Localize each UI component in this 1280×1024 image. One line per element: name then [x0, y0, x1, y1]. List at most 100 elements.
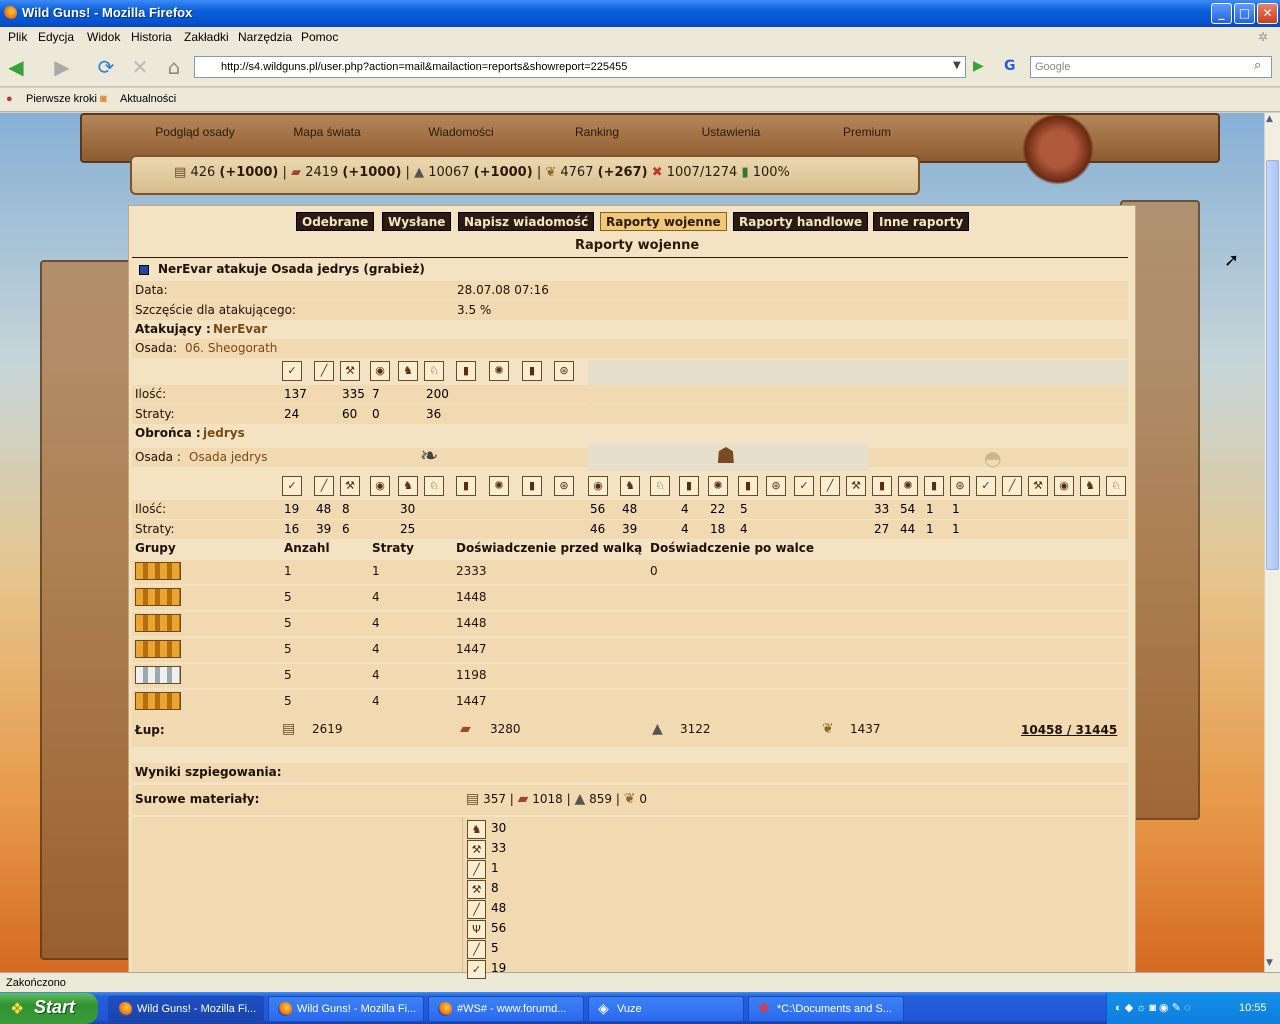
nav-wiadomosci[interactable]: Wiadomości	[406, 113, 516, 147]
qty-label: Ilość:	[135, 387, 167, 401]
spy-unit-count: 56	[491, 921, 507, 935]
spy-unit-icon: Ψ	[467, 920, 486, 939]
tab-raporty-handlowe[interactable]: Raporty handlowe	[733, 212, 869, 231]
defender-loss-cell: 46	[590, 522, 606, 536]
spy-unit-icon: ╱	[467, 860, 486, 879]
scrollbar-thumb[interactable]	[1266, 160, 1279, 570]
forward-icon[interactable]: ▶	[50, 55, 74, 79]
separator: |	[566, 792, 571, 806]
att-village-label: Osada:	[135, 341, 178, 355]
wood-income: (+1000)	[219, 165, 279, 180]
defender-name[interactable]: jedrys	[203, 424, 245, 443]
raw-label: Surowe materiały:	[135, 792, 260, 806]
menu-historia[interactable]: Historia	[131, 30, 172, 44]
tab-odebrane[interactable]: Odebrane	[296, 212, 375, 231]
defender-loss-cell: 18	[710, 522, 726, 536]
def3-unit-10-icon: ♘	[1106, 476, 1126, 496]
defender-loss-cell: 4	[740, 522, 748, 536]
brick-icon: ▰	[517, 791, 529, 807]
menu-widok[interactable]: Widok	[87, 30, 120, 44]
home-icon[interactable]: ⌂	[162, 55, 186, 79]
group-anzahl: 5	[284, 694, 292, 708]
url-bar[interactable]: http://s4.wildguns.pl/user.php?action=ma…	[194, 56, 966, 78]
menu-pomoc[interactable]: Pomoc	[301, 30, 338, 44]
search-input[interactable]: Google	[1030, 56, 1272, 78]
tab-wyslane[interactable]: Wysłane	[382, 212, 452, 231]
defender-loss-cell: 6	[342, 522, 350, 536]
raw-brick: 1018	[532, 792, 563, 806]
go-icon[interactable]: ▶	[973, 58, 984, 74]
def-village-link[interactable]: Osada jedrys	[189, 448, 267, 467]
spy-unit-count: 1	[491, 861, 499, 875]
stop-icon[interactable]: ✕	[128, 55, 152, 79]
close-button[interactable]: ✕	[1257, 3, 1278, 24]
attacker-name[interactable]: NerEvar	[213, 320, 267, 339]
menu-zakladki[interactable]: Zakładki	[184, 30, 229, 44]
url-dropdown-icon[interactable]: ▼	[953, 60, 961, 71]
group-exp-before: 1198	[456, 668, 487, 682]
nav-podglad-osady[interactable]: Podgląd osady	[140, 113, 250, 147]
date-label: Data:	[135, 283, 168, 297]
scroll-down-icon[interactable]: ▼	[1266, 958, 1273, 968]
tab-inne-raporty[interactable]: Inne raporty	[873, 212, 970, 231]
tab-raporty-wojenne[interactable]: Raporty wojenne	[600, 212, 727, 231]
group-horses-icon	[135, 588, 181, 606]
status-bar: Zakończono	[0, 972, 1280, 992]
scroll-up-icon[interactable]: ▲	[1266, 114, 1273, 124]
bookmark-aktualnosci[interactable]: Aktualności	[120, 93, 176, 105]
tray-icons[interactable]: ◐ ◆ ☼ ◙ ◉ ✎ ◌	[1115, 1001, 1191, 1014]
ore-icon: ▲	[574, 791, 586, 807]
def3-unit-3-icon: ▮	[924, 476, 944, 496]
defender-loss-cell: 16	[284, 522, 300, 536]
title-bar: Wild Guns! - Mozilla Firefox _ □ ✕	[0, 0, 1280, 27]
group-anzahl: 5	[284, 616, 292, 630]
def2-unit-10-icon: ⚒	[846, 476, 866, 496]
group-horses-icon	[135, 640, 181, 658]
menu-narzedzia[interactable]: Narzędzia	[238, 30, 292, 44]
attacker-loss-cell: 36	[426, 407, 442, 421]
maximize-button[interactable]: □	[1234, 3, 1255, 24]
att-village-link[interactable]: 06. Sheogorath	[185, 339, 277, 358]
wood-icon: ▤	[466, 791, 480, 807]
group-straty: 4	[372, 590, 380, 604]
defender-loss-cell: 39	[316, 522, 332, 536]
attacker-loss-row: Straty:	[132, 405, 1128, 424]
search-icon[interactable]: ⌕	[1254, 58, 1261, 73]
spy-unit-icon: ♞	[467, 820, 486, 839]
nav-ranking[interactable]: Ranking	[542, 113, 652, 147]
def2-unit-9-icon: ╱	[820, 476, 840, 496]
task-documents[interactable]: *C:\Documents and S...	[748, 996, 904, 1022]
reload-icon[interactable]: ⟳	[94, 55, 118, 79]
brick-icon: ▰	[291, 165, 302, 180]
wheat-income: (+267)	[597, 165, 648, 180]
tab-napisz[interactable]: Napisz wiadomość	[458, 212, 595, 231]
loss-label: Straty:	[135, 407, 175, 421]
wood-plank-left	[40, 260, 140, 960]
bookmark-pierwsze-kroki[interactable]: Pierwsze kroki	[26, 93, 97, 105]
separator: |	[405, 165, 410, 180]
minimize-button[interactable]: _	[1211, 3, 1232, 24]
task-vuze[interactable]: Vuze	[588, 996, 744, 1022]
firefox-icon	[278, 1002, 292, 1016]
attacker-qty-cell: 335	[342, 387, 365, 401]
menu-edycja[interactable]: Edycja	[38, 30, 74, 44]
spy-unit-icon: ✓	[467, 960, 486, 979]
spy-header-row: Wyniki szpiegowania:	[132, 763, 1128, 782]
nav-premium[interactable]: Premium	[812, 113, 922, 147]
group-row: 5 4 1198	[132, 664, 1128, 688]
group-exp-before: 1448	[456, 616, 487, 630]
spy-unit-icon: ⚒	[467, 840, 486, 859]
google-engine-icon[interactable]: G	[1004, 58, 1016, 74]
feather-faction-icon: ❧	[420, 444, 439, 469]
def3-unit-2-icon: ✺	[898, 476, 918, 496]
separator: |	[282, 165, 287, 180]
unit-type-6-icon: ♘	[424, 361, 444, 381]
def2-unit-1-icon: ◉	[588, 476, 608, 496]
spy-unit-icon: ⚒	[467, 880, 486, 899]
nav-ustawienia[interactable]: Ustawienia	[676, 113, 786, 147]
defender-loss-cell: 25	[400, 522, 416, 536]
report-title: NerEvar atakuje Osada jedrys (grabież)	[158, 262, 425, 276]
nav-mapa-swiata[interactable]: Mapa świata	[272, 113, 382, 147]
back-icon[interactable]: ◀	[4, 55, 28, 79]
menu-plik[interactable]: Plik	[8, 30, 27, 44]
